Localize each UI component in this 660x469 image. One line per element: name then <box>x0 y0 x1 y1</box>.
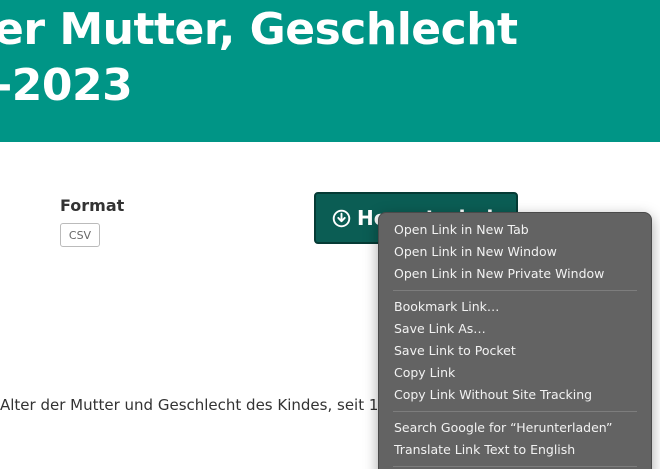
page-title: er Mutter, Geschlecht -2023 <box>0 2 660 114</box>
menu-item-bookmark-link[interactable]: Bookmark Link… <box>379 296 651 318</box>
menu-item-search-google[interactable]: Search Google for “Herunterladen” <box>379 417 651 439</box>
menu-item-save-link-as[interactable]: Save Link As… <box>379 318 651 340</box>
menu-item-open-new-window[interactable]: Open Link in New Window <box>379 241 651 263</box>
menu-item-translate-link[interactable]: Translate Link Text to English <box>379 439 651 461</box>
menu-item-open-new-tab[interactable]: Open Link in New Tab <box>379 219 651 241</box>
menu-separator <box>393 466 637 467</box>
download-circle-icon <box>332 209 351 227</box>
hero-banner: er Mutter, Geschlecht -2023 <box>0 0 660 142</box>
menu-item-open-private-window[interactable]: Open Link in New Private Window <box>379 263 651 285</box>
page-title-line-2: -2023 <box>0 60 133 111</box>
format-badge-csv: CSV <box>60 223 100 247</box>
dataset-description: Alter der Mutter und Geschlecht des Kind… <box>0 396 388 414</box>
format-label: Format <box>60 196 125 215</box>
menu-separator <box>393 411 637 412</box>
context-menu: Open Link in New Tab Open Link in New Wi… <box>378 212 652 469</box>
menu-item-copy-link[interactable]: Copy Link <box>379 362 651 384</box>
page-title-line-1: er Mutter, Geschlecht <box>0 4 518 55</box>
menu-item-copy-link-no-tracking[interactable]: Copy Link Without Site Tracking <box>379 384 651 406</box>
menu-item-save-to-pocket[interactable]: Save Link to Pocket <box>379 340 651 362</box>
menu-separator <box>393 290 637 291</box>
